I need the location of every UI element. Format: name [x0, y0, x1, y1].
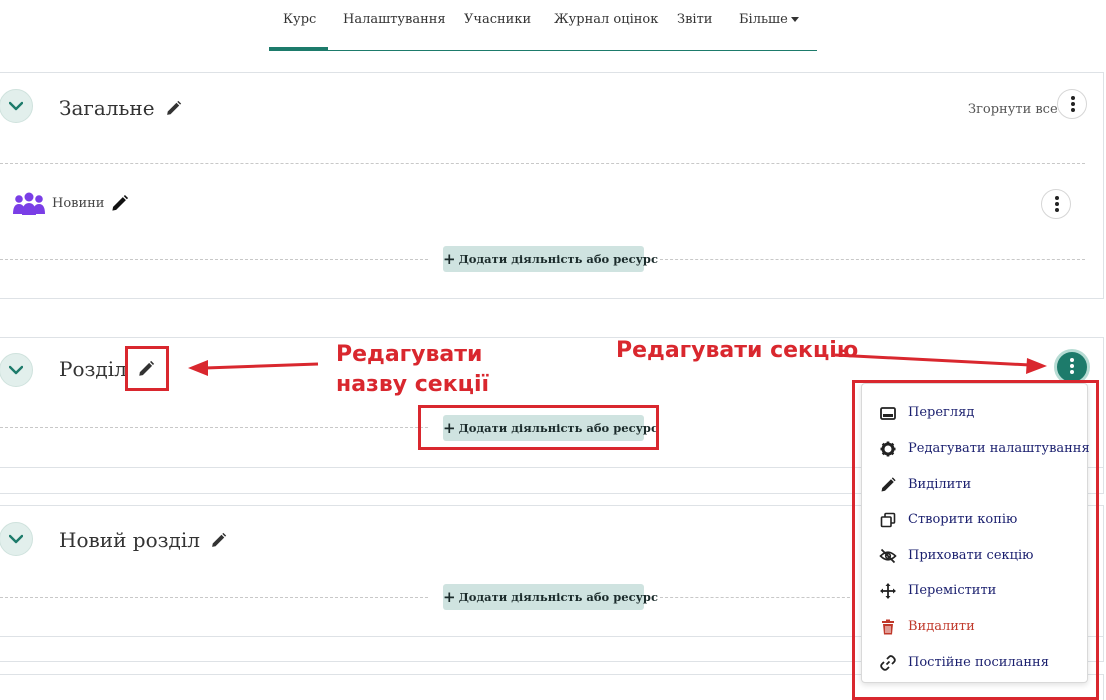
annotation-arrows — [188, 353, 1047, 376]
